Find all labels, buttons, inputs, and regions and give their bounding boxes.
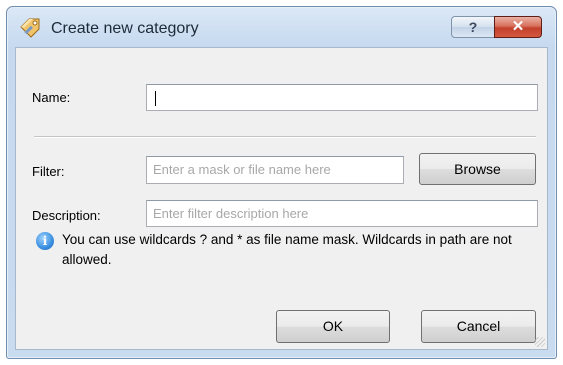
text-caret [155,91,156,106]
dialog-title: Create new category [51,20,199,37]
description-input[interactable]: Enter filter description here [146,200,538,227]
resize-grip[interactable] [535,337,545,347]
help-button[interactable]: ? [451,16,495,38]
description-placeholder: Enter filter description here [153,206,309,221]
dialog-body: Name: Filter: Enter a mask or file name … [15,47,548,350]
filter-input[interactable]: Enter a mask or file name here [146,156,404,184]
separator [34,136,536,138]
cancel-label: Cancel [456,318,501,334]
title-bar[interactable]: Create new category ? ✕ [7,7,556,47]
close-button[interactable]: ✕ [494,16,542,38]
close-icon: ✕ [511,18,525,35]
filter-label: Filter: [32,164,65,179]
tag-icon [20,18,40,38]
ok-label: OK [322,318,344,334]
filter-placeholder: Enter a mask or file name here [153,162,331,177]
browse-label: Browse [454,161,501,177]
create-category-dialog: Create new category ? ✕ Name: Filter: En… [6,6,557,359]
info-message: You can use wildcards ? and * as file na… [62,232,512,267]
ok-button[interactable]: OK [276,310,390,343]
cancel-button[interactable]: Cancel [421,310,536,343]
name-input[interactable] [146,84,538,111]
name-label: Name: [32,90,71,105]
browse-button[interactable]: Browse [419,153,536,185]
info-icon: i [36,232,54,250]
help-icon: ? [468,19,478,35]
description-label: Description: [32,208,101,223]
